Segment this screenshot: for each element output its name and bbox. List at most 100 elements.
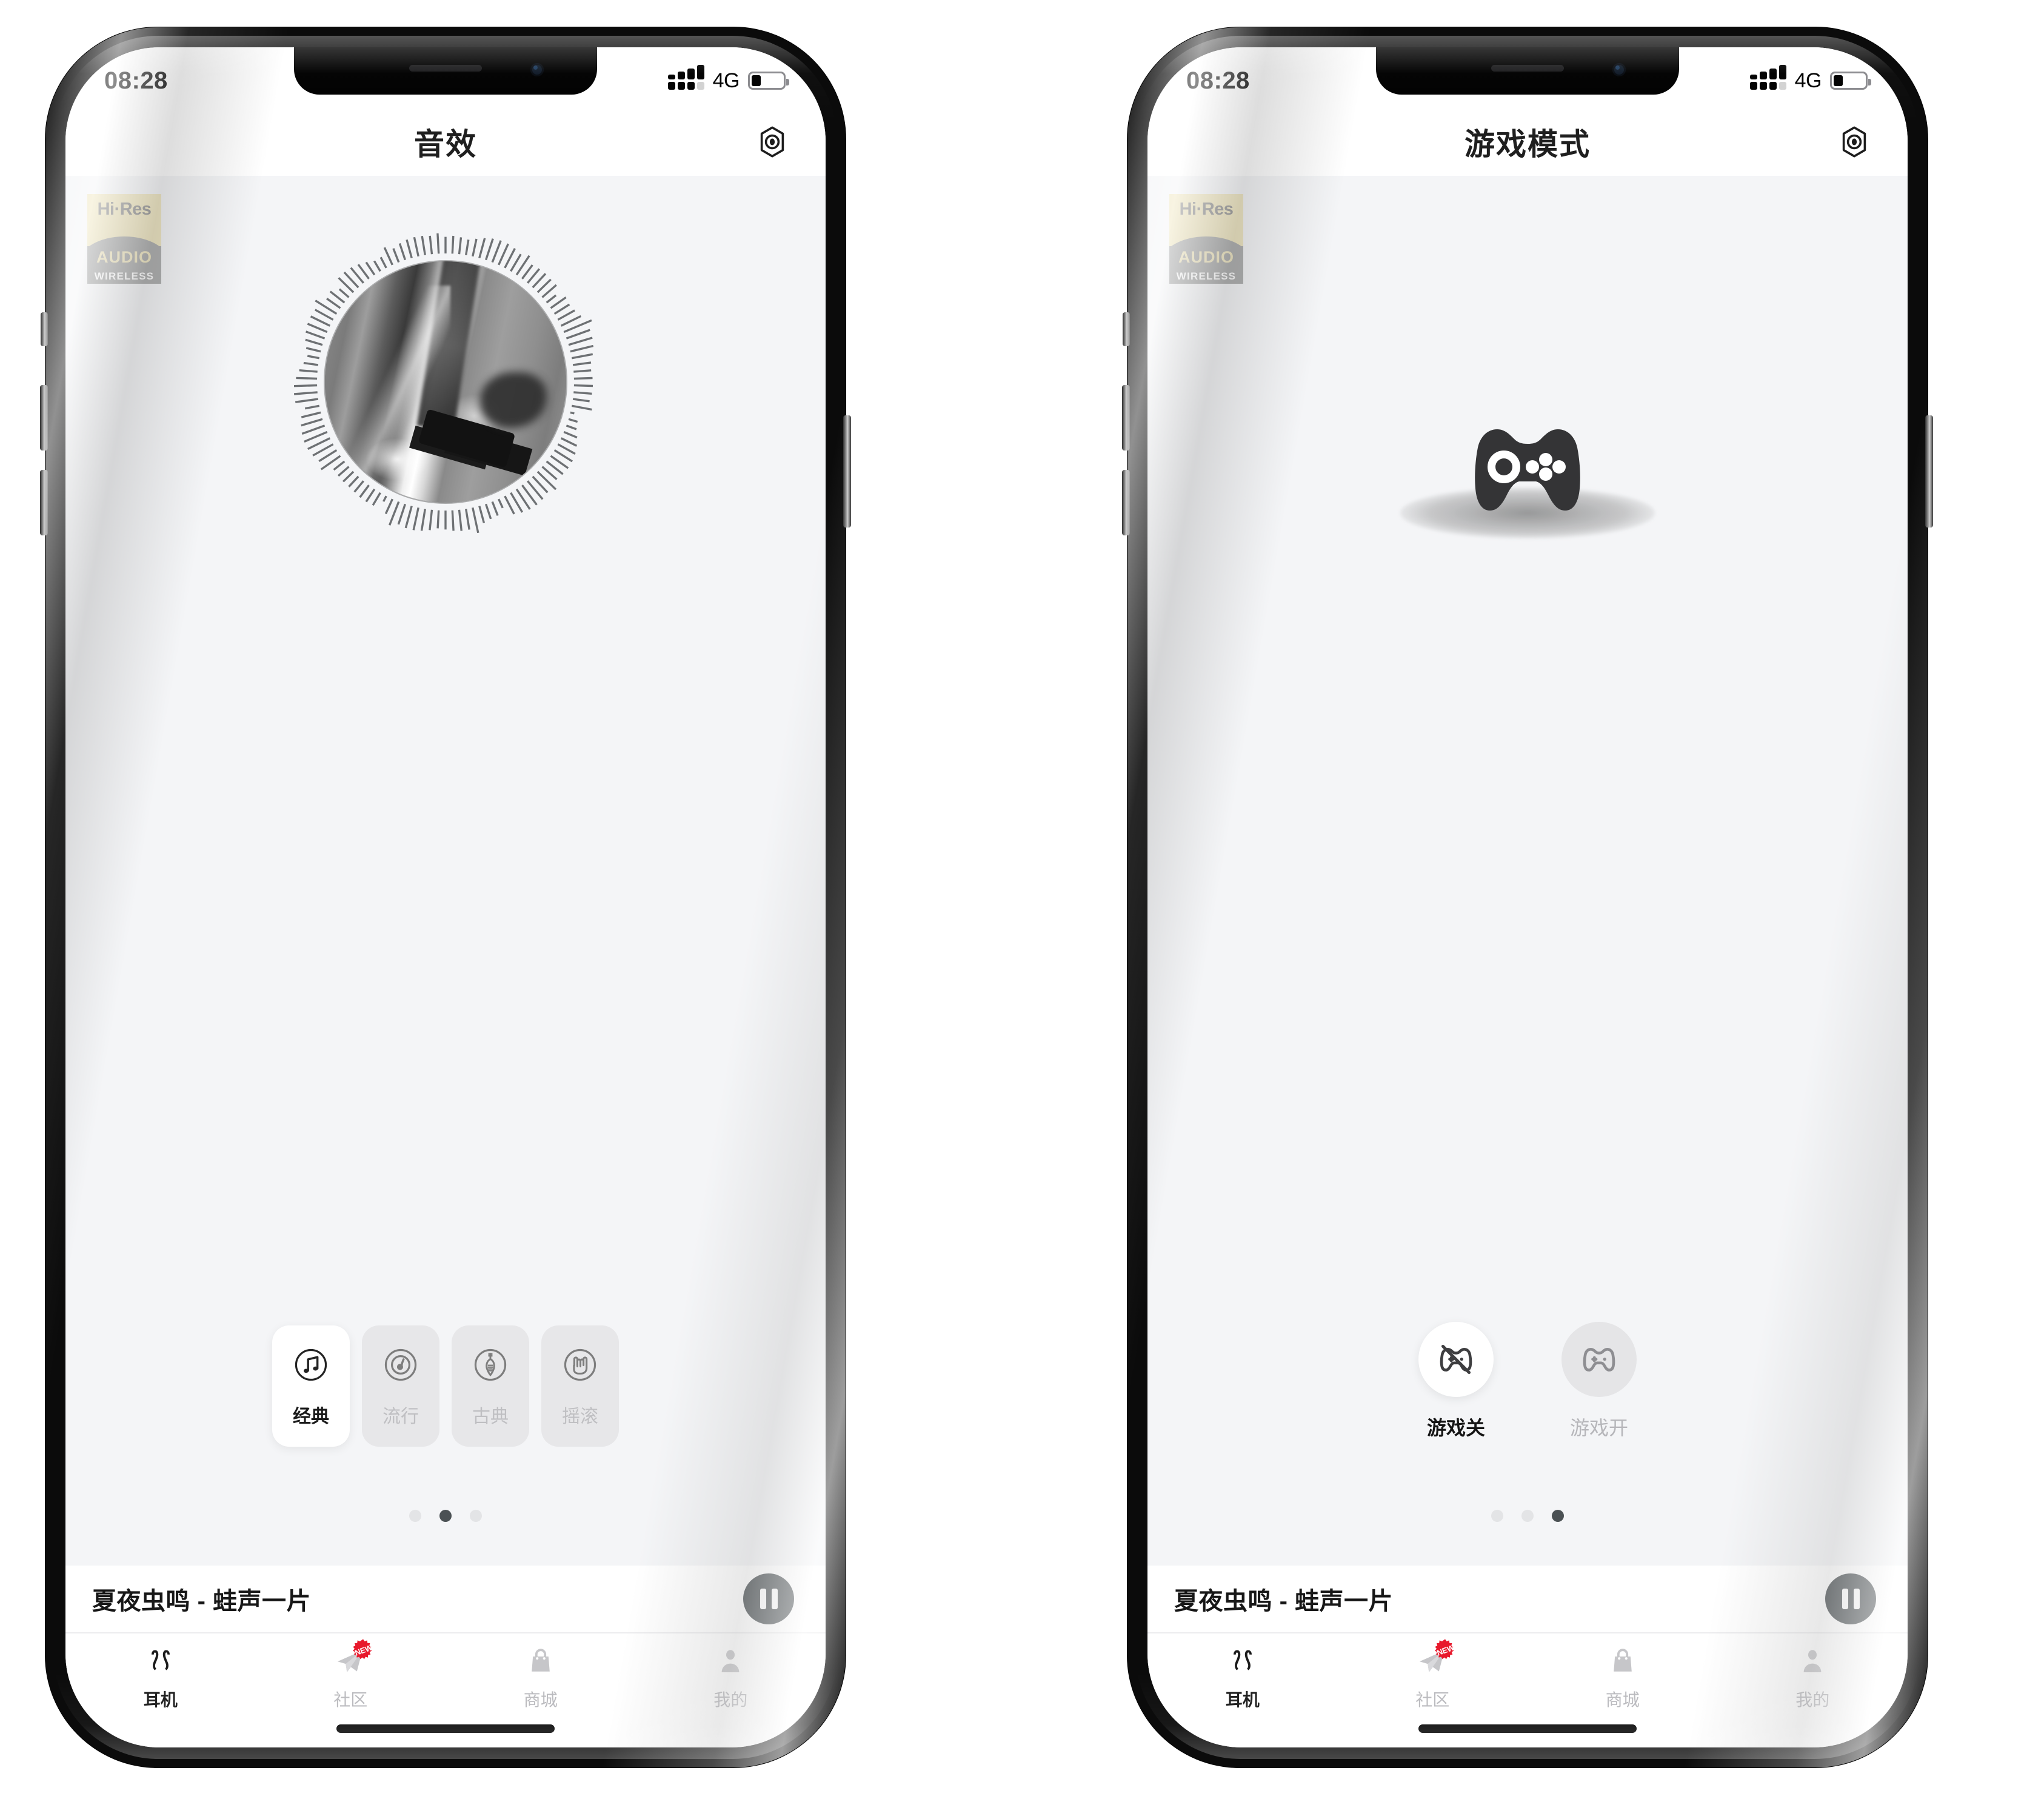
earbuds-icon xyxy=(142,1644,179,1678)
now-playing-title: 夏夜虫鸣 - 蛙声一片 xyxy=(1174,1588,1394,1615)
silent-switch[interactable] xyxy=(1123,312,1130,346)
status-indicators: 4G xyxy=(667,65,789,93)
tab-mine[interactable]: 我的 xyxy=(1718,1644,1908,1747)
tab-earphones[interactable]: 耳机 xyxy=(65,1644,256,1747)
new-badge: NEW xyxy=(352,1638,375,1661)
game-mode-on-option[interactable]: 游戏开 xyxy=(1561,1322,1637,1441)
page-dot-active[interactable] xyxy=(1552,1510,1564,1522)
pause-icon[interactable] xyxy=(743,1573,794,1624)
tab-label: 我的 xyxy=(713,1690,748,1709)
tab-label: 社区 xyxy=(1415,1690,1450,1709)
volume-down-button[interactable] xyxy=(40,470,48,535)
sound-preset-list: 经典 流行 古典 摇滚 xyxy=(65,1325,826,1447)
new-badge: NEW xyxy=(1434,1638,1457,1661)
paper-plane-icon: NEW xyxy=(332,1639,373,1678)
preset-label: 经典 xyxy=(293,1407,329,1427)
silent-switch[interactable] xyxy=(41,312,48,346)
phone-device-sound-effects: 08:28 4G 音效 Hi·Res AUDIO WIRELESS 经典 流行 … xyxy=(40,27,851,1767)
front-camera xyxy=(1612,63,1626,76)
signal-strength-icon xyxy=(1749,65,1786,90)
power-button[interactable] xyxy=(1925,415,1933,528)
page-indicator-dots xyxy=(65,1510,826,1522)
tab-label: 社区 xyxy=(333,1690,368,1709)
preset-rock-yaogun[interactable]: 摇滚 xyxy=(541,1325,619,1447)
display-notch xyxy=(294,47,597,95)
settings-hexagon-icon[interactable] xyxy=(1836,124,1872,160)
preset-classic-jingdian[interactable]: 经典 xyxy=(272,1325,350,1447)
front-camera xyxy=(530,63,544,76)
album-art-image xyxy=(325,261,566,503)
page-title: 音效 xyxy=(414,127,477,161)
hires-audio-badge: Hi·Res AUDIO WIRELESS xyxy=(1169,194,1243,284)
display-notch xyxy=(1376,47,1679,95)
album-artwork-visualizer xyxy=(294,230,597,534)
preset-classical-gudian[interactable]: 古典 xyxy=(452,1325,529,1447)
navigation-bar: 音效 xyxy=(65,108,826,176)
network-type-label: 4G xyxy=(712,69,740,92)
game-option-label: 游戏关 xyxy=(1426,1417,1485,1439)
now-playing-bar: 夏夜虫鸣 - 蛙声一片 xyxy=(65,1566,826,1632)
hires-badge-line1: Hi·Res xyxy=(97,199,152,219)
volume-down-button[interactable] xyxy=(1122,470,1130,535)
rock-hand-circle-icon xyxy=(559,1344,601,1385)
tab-label: 耳机 xyxy=(143,1690,178,1709)
hires-badge-line3: WIRELESS xyxy=(94,270,155,282)
vinyl-disc-circle-icon xyxy=(380,1344,421,1385)
preset-label: 古典 xyxy=(472,1407,509,1427)
preset-pop-liuxing[interactable]: 流行 xyxy=(362,1325,439,1447)
page-dot[interactable] xyxy=(470,1510,482,1522)
user-icon xyxy=(712,1644,749,1678)
content-area-game-mode: Hi·Res AUDIO WIRELESS 游戏关 游戏开 xyxy=(1147,176,1908,1566)
tab-label: 商城 xyxy=(1605,1690,1640,1709)
shopping-bag-icon xyxy=(523,1644,559,1678)
hires-badge-line2: AUDIO xyxy=(96,248,152,266)
earpiece-speaker xyxy=(1491,65,1564,72)
signal-strength-icon xyxy=(667,65,704,90)
tab-mine[interactable]: 我的 xyxy=(636,1644,826,1747)
pause-icon[interactable] xyxy=(1825,1573,1876,1624)
status-indicators: 4G xyxy=(1749,65,1871,93)
page-dot[interactable] xyxy=(409,1510,421,1522)
tab-label: 商城 xyxy=(523,1690,558,1709)
volume-up-button[interactable] xyxy=(1122,385,1130,451)
earbuds-icon xyxy=(1224,1644,1261,1678)
paper-plane-icon: NEW xyxy=(1414,1639,1455,1678)
hires-badge-line2: AUDIO xyxy=(1178,248,1234,266)
music-note-circle-icon xyxy=(290,1344,332,1385)
screenshot-stage: 08:28 4G 音效 Hi·Res AUDIO WIRELESS 经典 流行 … xyxy=(0,0,2044,1819)
power-button[interactable] xyxy=(843,415,851,528)
gamepad-on-icon xyxy=(1561,1322,1637,1397)
tab-label: 我的 xyxy=(1795,1690,1830,1709)
battery-icon xyxy=(748,72,789,90)
phone-screen-sound-effects: 08:28 4G 音效 Hi·Res AUDIO WIRELESS 经典 流行 … xyxy=(65,47,826,1747)
now-playing-title: 夏夜虫鸣 - 蛙声一片 xyxy=(92,1588,312,1615)
hires-badge-line1: Hi·Res xyxy=(1179,199,1234,219)
volume-up-button[interactable] xyxy=(40,385,48,451)
tab-label: 耳机 xyxy=(1225,1690,1260,1709)
page-title: 游戏模式 xyxy=(1465,127,1591,161)
gamepad-illustration xyxy=(1400,404,1655,543)
game-mode-off-option[interactable]: 游戏关 xyxy=(1418,1322,1494,1441)
pipa-lute-circle-icon xyxy=(470,1344,511,1385)
earpiece-speaker xyxy=(409,65,482,72)
navigation-bar: 游戏模式 xyxy=(1147,108,1908,176)
phone-screen-game-mode: 08:28 4G 游戏模式 Hi·Res AUDIO WIRELESS 游戏关 … xyxy=(1147,47,1908,1747)
home-indicator[interactable] xyxy=(1418,1724,1637,1733)
phone-device-game-mode: 08:28 4G 游戏模式 Hi·Res AUDIO WIRELESS 游戏关 … xyxy=(1122,27,1933,1767)
page-dot-active[interactable] xyxy=(439,1510,452,1522)
network-type-label: 4G xyxy=(1794,69,1822,92)
page-indicator-dots xyxy=(1147,1510,1908,1522)
preset-label: 摇滚 xyxy=(562,1407,598,1427)
page-dot[interactable] xyxy=(1521,1510,1534,1522)
gamepad-icon xyxy=(1475,429,1580,511)
game-mode-options: 游戏关 游戏开 xyxy=(1147,1322,1908,1441)
page-dot[interactable] xyxy=(1491,1510,1503,1522)
settings-hexagon-icon[interactable] xyxy=(754,124,790,160)
hires-audio-badge: Hi·Res AUDIO WIRELESS xyxy=(87,194,161,284)
battery-icon xyxy=(1830,72,1871,90)
gamepad-off-icon xyxy=(1418,1322,1494,1397)
game-option-label: 游戏开 xyxy=(1569,1417,1628,1439)
tab-earphones[interactable]: 耳机 xyxy=(1147,1644,1338,1747)
home-indicator[interactable] xyxy=(336,1724,555,1733)
preset-label: 流行 xyxy=(382,1407,419,1427)
